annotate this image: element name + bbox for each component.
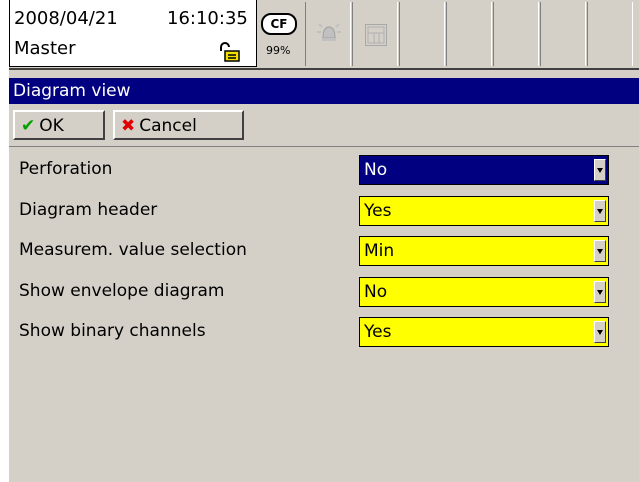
diagram-header-dropdown[interactable]: Yes [359,196,609,226]
cf-card-status[interactable]: CF 99% [258,2,302,66]
toolbar-divider [9,146,639,147]
alarm-bell-icon [317,23,341,41]
dialog-title: Diagram view [9,78,639,104]
empty-slot-5 [587,2,633,66]
cf-usage: 99% [266,44,291,57]
diagram-grid-icon [365,24,387,46]
binary-channels-label: Show binary channels [19,321,206,341]
device-screen: 2008/04/21 16:10:35 Master CF 99% Diagra… [9,0,639,482]
envelope-diagram-value: No [364,282,388,302]
time-display: 16:10:35 [167,8,248,29]
perforation-value: No [364,160,388,180]
ok-label: OK [39,116,64,136]
measurement-selection-value: Min [364,241,395,261]
chevron-down-icon[interactable] [594,200,606,222]
cancel-label: Cancel [139,116,197,136]
measurement-selection-label: Measurem. value selection [19,240,247,260]
empty-slot-3 [493,2,539,66]
diagram-header-label: Diagram header [19,200,158,220]
diagram-slot[interactable] [352,2,398,66]
chevron-down-icon[interactable] [594,321,606,343]
envelope-diagram-label: Show envelope diagram [19,281,225,301]
status-bar: 2008/04/21 16:10:35 Master CF 99% [9,0,639,70]
ok-button[interactable]: ✔ OK [13,110,105,140]
perforation-label: Perforation [19,159,113,179]
cf-card-icon: CF [261,13,297,35]
envelope-diagram-dropdown[interactable]: No [359,277,609,307]
date-display: 2008/04/21 [14,8,118,29]
perforation-dropdown[interactable]: No [359,155,609,185]
cancel-button[interactable]: ✖ Cancel [113,110,244,140]
binary-channels-dropdown[interactable]: Yes [359,317,609,347]
measurement-selection-dropdown[interactable]: Min [359,236,609,266]
user-display: Master [14,38,76,59]
checkmark-icon: ✔ [21,116,36,136]
clock-panel: 2008/04/21 16:10:35 Master [9,0,257,67]
diagram-header-value: Yes [364,201,392,221]
empty-slot-4 [540,2,586,66]
chevron-down-icon[interactable] [594,240,606,262]
chevron-down-icon[interactable] [594,159,606,181]
chevron-down-icon[interactable] [594,281,606,303]
binary-channels-value: Yes [364,322,392,342]
alarm-slot[interactable] [305,2,351,66]
unlocked-padlock-icon [220,42,240,62]
empty-slot-1 [399,2,445,66]
cross-icon: ✖ [121,116,136,136]
empty-slot-2 [446,2,492,66]
